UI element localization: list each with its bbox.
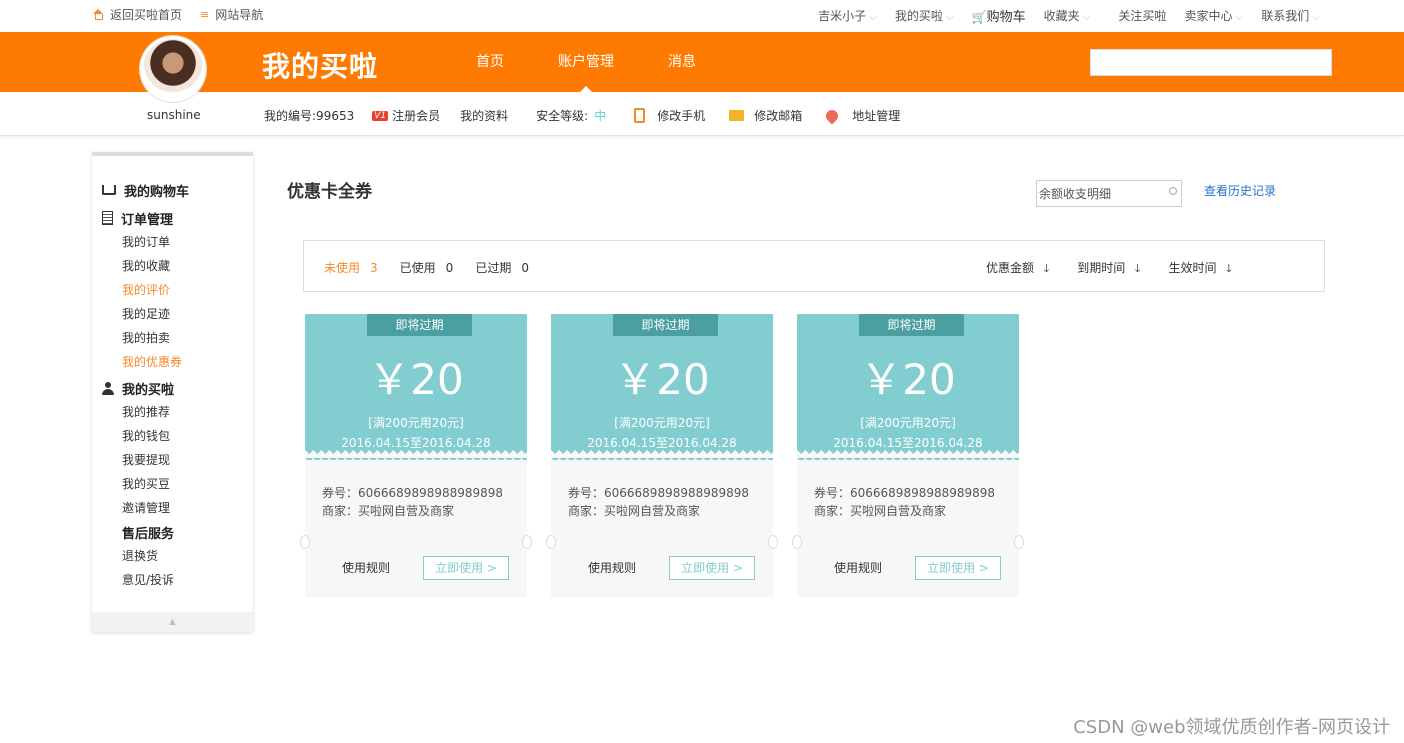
expiring-badge: 即将过期: [367, 314, 472, 336]
sidebar-item-reviews[interactable]: 我的评价: [92, 278, 253, 302]
my-buy-menu[interactable]: 我的买啦: [895, 7, 954, 24]
sidebar-item-coupons[interactable]: 我的优惠券: [92, 350, 253, 374]
phone-icon: [634, 108, 646, 123]
page-title: 优惠卡全券: [287, 182, 372, 202]
mail-icon: [729, 110, 745, 121]
site-nav-link[interactable]: ≡ 网站导航: [200, 6, 263, 23]
sidebar-item-favorites[interactable]: 我的收藏: [92, 254, 253, 278]
sidebar-item-beans[interactable]: 我的买豆: [92, 472, 253, 496]
favorites-menu[interactable]: 收藏夹: [1044, 7, 1091, 24]
document-icon: [102, 211, 113, 225]
use-now-button[interactable]: 立即使用 >: [915, 556, 1001, 580]
coupon-merchant: 商家：买啦网自营及商家: [568, 504, 701, 518]
sidebar-item-wallet[interactable]: 我的钱包: [92, 424, 253, 448]
coupon-card: 即将过期 ￥20 [满200元用20元] 2016.04.15至2016.04.…: [546, 314, 778, 601]
coupon-merchant: 商家：买啦网自营及商家: [814, 504, 947, 518]
coupon-condition: [满200元用20元]: [614, 416, 710, 430]
cart-icon: [102, 185, 116, 195]
use-now-button[interactable]: 立即使用 >: [669, 556, 755, 580]
coupon-dates: 2016.04.15至2016.04.28: [341, 436, 491, 450]
sidebar-item-feedback[interactable]: 意见/投诉: [92, 568, 253, 592]
coupon-amount: ￥20: [614, 355, 710, 404]
sidebar-section-cart[interactable]: 我的购物车: [92, 178, 253, 202]
history-link[interactable]: 查看历史记录: [1204, 182, 1276, 199]
security-level: 安全等级: 中: [536, 109, 607, 123]
sort-expiry[interactable]: 到期时间: [1077, 259, 1140, 279]
chevron-up-icon: ▲: [169, 617, 176, 626]
coupon-code: 券号：6066689898988989898: [814, 486, 996, 500]
balance-search-input[interactable]: 余额收支明细: [1036, 180, 1182, 207]
register-member-link[interactable]: V1 注册会员: [372, 107, 440, 124]
change-email-link[interactable]: 修改邮箱: [729, 107, 802, 124]
coupon-dates: 2016.04.15至2016.04.28: [587, 436, 737, 450]
coupon-dates: 2016.04.15至2016.04.28: [833, 436, 983, 450]
search-icon[interactable]: [1169, 187, 1177, 195]
contact-menu[interactable]: 联系我们: [1261, 7, 1320, 24]
sidebar-collapse-button[interactable]: ▲: [92, 612, 253, 632]
location-icon: [823, 107, 841, 124]
watermark: CSDN @web领域优质创作者-网页设计: [1073, 717, 1390, 738]
home-link[interactable]: 返回买啦首页: [92, 6, 182, 23]
home-icon: [92, 9, 104, 20]
coupon-condition: [满200元用20元]: [860, 416, 956, 430]
sidebar-item-returns[interactable]: 退换货: [92, 544, 253, 568]
coupon-condition: [满200元用20元]: [368, 416, 464, 430]
user-number: 我的编号:99653: [264, 109, 355, 123]
change-phone-link[interactable]: 修改手机: [634, 107, 705, 124]
usage-rules-link[interactable]: 使用规则: [342, 559, 390, 576]
use-now-button[interactable]: 立即使用 >: [423, 556, 509, 580]
sidebar-item-auctions[interactable]: 我的拍卖: [92, 326, 253, 350]
coupon-amount: ￥20: [860, 355, 956, 404]
sidebar-item-recommend[interactable]: 我的推荐: [92, 400, 253, 424]
nav-account[interactable]: 账户管理: [558, 32, 614, 92]
expiring-badge: 即将过期: [859, 314, 964, 336]
filter-bar: 未使用3 已使用0 已过期0 优惠金额 到期时间 生效时间: [303, 240, 1325, 292]
nav-messages[interactable]: 消息: [668, 32, 696, 92]
sidebar-section-orders: 订单管理: [92, 206, 253, 230]
avatar[interactable]: [140, 36, 206, 102]
cart-icon: 🛒: [971, 10, 987, 24]
coupon-code: 券号：6066689898988989898: [568, 486, 750, 500]
sort-amount[interactable]: 优惠金额: [986, 259, 1049, 279]
user-menu[interactable]: 吉米小子: [818, 7, 877, 24]
sidebar-section-my-maila: 我的买啦: [92, 376, 253, 400]
tab-used[interactable]: 已使用 0: [400, 259, 454, 276]
follow-link[interactable]: 关注买啦: [1118, 7, 1166, 24]
usage-rules-link[interactable]: 使用规则: [834, 559, 882, 576]
coupon-amount: ￥20: [368, 355, 464, 404]
sidebar-item-withdraw[interactable]: 我要提现: [92, 448, 253, 472]
coupon-card: 即将过期 ￥20 [满200元用20元] 2016.04.15至2016.04.…: [300, 314, 532, 601]
address-management-link[interactable]: 地址管理: [823, 107, 900, 124]
menu-icon: ≡: [200, 8, 210, 21]
username: sunshine: [147, 108, 201, 122]
header: 我的买啦 首页 账户管理 消息: [0, 32, 1404, 102]
coupon-merchant: 商家：买啦网自营及商家: [322, 504, 455, 518]
user-icon: [102, 381, 114, 395]
usage-rules-link[interactable]: 使用规则: [588, 559, 636, 576]
sidebar-item-orders[interactable]: 我的订单: [92, 230, 253, 254]
vip-icon: V1: [372, 110, 389, 121]
coupon-code: 券号：6066689898988989898: [322, 486, 504, 500]
sidebar-section-after-sale: 售后服务: [122, 526, 175, 542]
top-bar: 返回买啦首页 ≡网站导航 吉米小子 我的买啦 🛒购物车 收藏夹 关注买啦 卖家中…: [0, 0, 1404, 32]
tab-unused[interactable]: 未使用 3: [324, 259, 378, 276]
cart-link[interactable]: 🛒购物车: [972, 6, 1026, 25]
sort-effective[interactable]: 生效时间: [1168, 259, 1231, 279]
nav-home[interactable]: 首页: [476, 32, 504, 92]
account-info-bar: sunshine 我的编号:99653 V1 注册会员 我的资料 安全等级: 中 修…: [0, 92, 1404, 136]
seller-center-menu[interactable]: 卖家中心: [1184, 7, 1243, 24]
brand-title: 我的买啦: [262, 50, 379, 83]
sidebar-item-invites[interactable]: 邀请管理: [92, 496, 253, 520]
header-search-input[interactable]: [1090, 49, 1332, 76]
sidebar: 我的购物车 订单管理 我的订单 我的收藏 我的评价 我的足迹 我的拍卖 我的优惠…: [92, 152, 253, 632]
profile-link[interactable]: 我的资料: [460, 107, 508, 124]
tab-expired[interactable]: 已过期 0: [475, 259, 529, 276]
expiring-badge: 即将过期: [613, 314, 718, 336]
main-nav: 首页 账户管理 消息: [476, 32, 750, 92]
sidebar-item-footprints[interactable]: 我的足迹: [92, 302, 253, 326]
coupon-card: 即将过期 ￥20 [满200元用20元] 2016.04.15至2016.04.…: [792, 314, 1024, 601]
